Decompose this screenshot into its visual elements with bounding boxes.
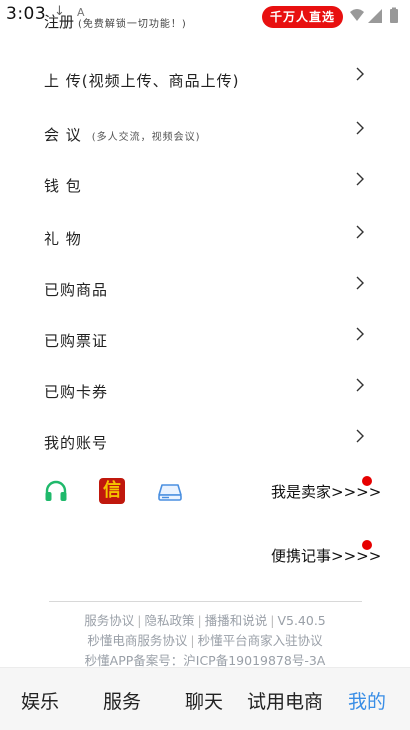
register-note: (免费解锁一切功能！) xyxy=(78,19,187,30)
menu-item-label: 礼 物 xyxy=(44,230,82,248)
menu-item-gifts[interactable]: 礼 物 xyxy=(0,220,410,260)
chevron-right-icon xyxy=(356,67,364,81)
letter-icon[interactable]: 信 xyxy=(99,478,125,504)
chevron-right-icon xyxy=(356,121,364,135)
tab-chat[interactable]: 聊天 xyxy=(185,687,223,714)
privacy-policy-link[interactable]: 隐私政策 xyxy=(144,613,194,628)
chevron-right-icon xyxy=(356,172,364,186)
chevron-right-icon xyxy=(356,429,364,443)
menu-item-label: 会 议 (多人交流，视频会议) xyxy=(44,126,201,144)
menu-item-meeting[interactable]: 会 议 (多人交流，视频会议) xyxy=(0,116,410,156)
menu-item-label: 我的账号 xyxy=(44,434,109,452)
chevron-right-icon xyxy=(356,276,364,290)
register-label: 注册 xyxy=(44,13,75,31)
chevron-right-icon xyxy=(356,378,364,392)
chevron-right-icon xyxy=(356,225,364,239)
drive-icon[interactable] xyxy=(157,478,183,504)
seller-notification-dot xyxy=(362,476,372,486)
footer-divider xyxy=(49,601,362,602)
signal-wifi-battery-icons xyxy=(350,7,398,23)
ecommerce-agreement-link[interactable]: 秒懂电商服务协议 xyxy=(87,633,187,648)
app-version: V5.40.5 xyxy=(277,613,326,628)
menu-item-purchased-tickets[interactable]: 已购票证 xyxy=(0,322,410,362)
footer-links-row-1: 服务协议 | 隐私政策 | 播播和说说 | V5.40.5 xyxy=(84,613,326,628)
menu-item-label: 已购商品 xyxy=(44,281,109,299)
bottom-tab-bar: 娱乐 服务 聊天 试用电商 我的 xyxy=(0,667,410,730)
menu-item-label: 已购票证 xyxy=(44,332,109,350)
tab-mine[interactable]: 我的 xyxy=(348,687,386,714)
service-agreement-link[interactable]: 服务协议 xyxy=(84,613,134,628)
tab-services[interactable]: 服务 xyxy=(103,687,141,714)
footer-links-row-2: 秒懂电商服务协议 | 秒懂平台商家入驻协议 xyxy=(87,633,323,648)
menu-item-label: 上 传(视频上传、商品上传) xyxy=(44,72,240,90)
tab-entertainment[interactable]: 娱乐 xyxy=(21,687,59,714)
menu-item-label: 钱 包 xyxy=(44,177,82,195)
merchant-agreement-link[interactable]: 秒懂平台商家入驻协议 xyxy=(198,633,323,648)
menu-item-wallet[interactable]: 钱 包 xyxy=(0,167,410,207)
menu-item-my-account[interactable]: 我的账号 xyxy=(0,424,410,464)
status-time: 3:03 xyxy=(6,4,47,24)
headset-icon[interactable] xyxy=(43,478,69,504)
register-row[interactable]: 注册 (免费解锁一切功能！) xyxy=(44,8,187,32)
notes-notification-dot xyxy=(362,540,372,550)
promo-badge[interactable]: 千万人直选 xyxy=(262,6,344,28)
tab-trial-ecommerce[interactable]: 试用电商 xyxy=(247,687,323,714)
menu-item-label: 已购卡券 xyxy=(44,383,109,401)
broadcast-rules-link[interactable]: 播播和说说 xyxy=(205,613,268,628)
menu-item-purchased-coupons[interactable]: 已购卡券 xyxy=(0,373,410,413)
menu-item-purchased-goods[interactable]: 已购商品 xyxy=(0,271,410,311)
menu-item-upload[interactable]: 上 传(视频上传、商品上传) xyxy=(0,62,410,102)
chevron-right-icon xyxy=(356,327,364,341)
